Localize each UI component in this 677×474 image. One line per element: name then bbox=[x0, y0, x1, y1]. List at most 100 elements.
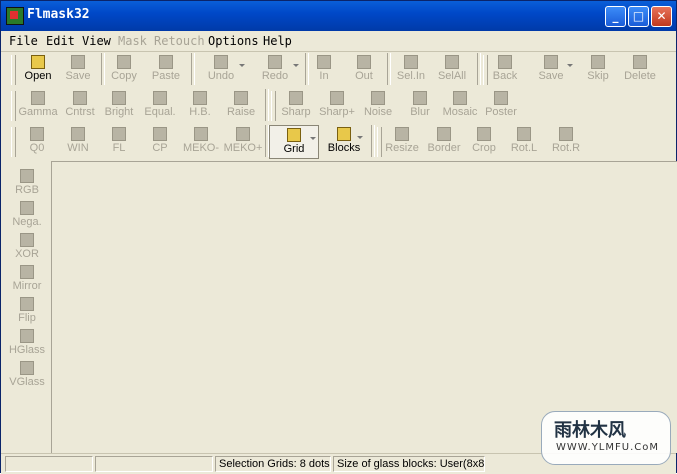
paste-label: Paste bbox=[151, 70, 181, 82]
hglass-icon bbox=[20, 329, 34, 343]
maximize-button[interactable]: □ bbox=[628, 6, 649, 27]
fl-button[interactable]: FL bbox=[105, 125, 133, 159]
histogram-label: H.B. bbox=[189, 106, 211, 118]
sharp-plus-button[interactable]: Sharp+ bbox=[317, 89, 357, 123]
undo-icon bbox=[214, 55, 228, 69]
redo-label: Redo bbox=[261, 70, 289, 82]
select-all-button[interactable]: SelAll bbox=[433, 53, 471, 87]
meko-plus-icon bbox=[236, 127, 250, 141]
paste-button[interactable]: Paste bbox=[145, 53, 187, 87]
title-bar[interactable]: Flmask32 _ □ ✕ bbox=[1, 1, 676, 31]
toolbar-separator bbox=[387, 53, 391, 85]
toolbar-grip[interactable] bbox=[11, 91, 16, 121]
equalize-label: Equal. bbox=[144, 106, 176, 118]
zoom-out-button[interactable]: Out bbox=[349, 53, 379, 87]
blocks-label: Blocks bbox=[327, 142, 361, 154]
win-icon bbox=[71, 127, 85, 141]
contrast-icon bbox=[73, 91, 87, 105]
win-button[interactable]: WIN bbox=[63, 125, 93, 159]
floppy-icon bbox=[71, 55, 85, 69]
app-icon[interactable] bbox=[6, 7, 24, 25]
zoom-in-button[interactable]: In bbox=[309, 53, 339, 87]
menu-edit[interactable]: Edit bbox=[46, 34, 75, 48]
rgb-icon bbox=[20, 169, 34, 183]
menu-options[interactable]: Options bbox=[208, 34, 259, 48]
save-button[interactable]: Save bbox=[59, 53, 97, 87]
meko-plus-button[interactable]: MEKO+ bbox=[223, 125, 263, 159]
border-button[interactable]: Border bbox=[425, 125, 463, 159]
back-button[interactable]: Back bbox=[487, 53, 523, 87]
zoom-in-icon bbox=[317, 55, 331, 69]
blocks-button[interactable]: Blocks bbox=[323, 125, 365, 159]
toolbar-grip[interactable] bbox=[271, 91, 276, 121]
redo-button[interactable]: Redo bbox=[249, 53, 301, 87]
selection-in-button[interactable]: Sel.In bbox=[393, 53, 429, 87]
delete-label: Delete bbox=[624, 70, 656, 82]
save-mask-button[interactable]: Save bbox=[527, 53, 575, 87]
resize-label: Resize bbox=[385, 142, 419, 154]
q0-button[interactable]: Q0 bbox=[23, 125, 51, 159]
minimize-button[interactable]: _ bbox=[605, 6, 626, 27]
blur-button[interactable]: Blur bbox=[405, 89, 435, 123]
rotate-left-button[interactable]: Rot.L bbox=[507, 125, 541, 159]
toolbar-grip[interactable] bbox=[11, 127, 16, 157]
open-button[interactable]: Open bbox=[19, 53, 57, 87]
copy-label: Copy bbox=[111, 70, 137, 82]
equalize-button[interactable]: Equal. bbox=[141, 89, 179, 123]
gamma-icon bbox=[31, 91, 45, 105]
toolbar-separator bbox=[265, 89, 269, 121]
rotate-left-icon bbox=[517, 127, 531, 141]
resize-button[interactable]: Resize bbox=[383, 125, 421, 159]
paste-icon bbox=[159, 55, 173, 69]
hglass-button[interactable]: HGlass bbox=[7, 327, 47, 359]
contrast-button[interactable]: Cntrst bbox=[61, 89, 99, 123]
menu-file[interactable]: File bbox=[9, 34, 38, 48]
grid-button[interactable]: Grid bbox=[269, 125, 319, 159]
skip-label: Skip bbox=[587, 70, 609, 82]
menu-retouch[interactable]: Retouch bbox=[154, 34, 205, 48]
app-window: Flmask32 _ □ ✕ File Edit View Mask Retou… bbox=[0, 0, 677, 474]
menu-view[interactable]: View bbox=[82, 34, 111, 48]
cp-button[interactable]: CP bbox=[145, 125, 175, 159]
xor-button[interactable]: XOR bbox=[7, 231, 47, 263]
flip-icon bbox=[20, 297, 34, 311]
gamma-button[interactable]: Gamma bbox=[17, 89, 59, 123]
delete-button[interactable]: Delete bbox=[621, 53, 659, 87]
skip-button[interactable]: Skip bbox=[581, 53, 615, 87]
open-label: Open bbox=[24, 70, 52, 82]
toolbar-main: Open Save Copy Paste Undo Redo In Out Se… bbox=[9, 53, 669, 87]
undo-button[interactable]: Undo bbox=[195, 53, 247, 87]
bright-button[interactable]: Bright bbox=[101, 89, 137, 123]
image-canvas[interactable] bbox=[51, 161, 677, 453]
toolbar-adjust: Gamma Cntrst Bright Equal. H.B. Raise Sh… bbox=[9, 89, 529, 123]
rotate-right-button[interactable]: Rot.R bbox=[549, 125, 583, 159]
raise-button[interactable]: Raise bbox=[223, 89, 259, 123]
flip-button[interactable]: Flip bbox=[7, 295, 47, 327]
menu-help[interactable]: Help bbox=[263, 34, 292, 48]
histogram-button[interactable]: H.B. bbox=[185, 89, 215, 123]
crop-button[interactable]: Crop bbox=[469, 125, 499, 159]
negative-button[interactable]: Nega. bbox=[7, 199, 47, 231]
meko-minus-button[interactable]: MEKO- bbox=[181, 125, 221, 159]
histogram-icon bbox=[193, 91, 207, 105]
poster-button[interactable]: Poster bbox=[483, 89, 519, 123]
copy-button[interactable]: Copy bbox=[105, 53, 143, 87]
menu-mask[interactable]: Mask bbox=[118, 34, 147, 48]
zoom-in-label: In bbox=[319, 70, 329, 82]
equalize-icon bbox=[153, 91, 167, 105]
rotate-left-label: Rot.L bbox=[510, 142, 538, 154]
redo-icon bbox=[268, 55, 282, 69]
mirror-button[interactable]: Mirror bbox=[7, 263, 47, 295]
rotate-right-label: Rot.R bbox=[551, 142, 581, 154]
rgb-button[interactable]: RGB bbox=[7, 167, 47, 199]
vglass-button[interactable]: VGlass bbox=[7, 359, 47, 391]
mosaic-button[interactable]: Mosaic bbox=[441, 89, 479, 123]
toolbar-grip[interactable] bbox=[377, 127, 382, 157]
sun-icon bbox=[112, 91, 126, 105]
sharp-button[interactable]: Sharp bbox=[277, 89, 315, 123]
toolbar-grip[interactable] bbox=[11, 55, 16, 85]
status-glass-blocks: Size of glass blocks: User(8x8) bbox=[333, 456, 485, 472]
noise-button[interactable]: Noise bbox=[361, 89, 395, 123]
close-button[interactable]: ✕ bbox=[651, 6, 672, 27]
menu-bar: File Edit View Mask Retouch Options Help bbox=[1, 31, 676, 52]
